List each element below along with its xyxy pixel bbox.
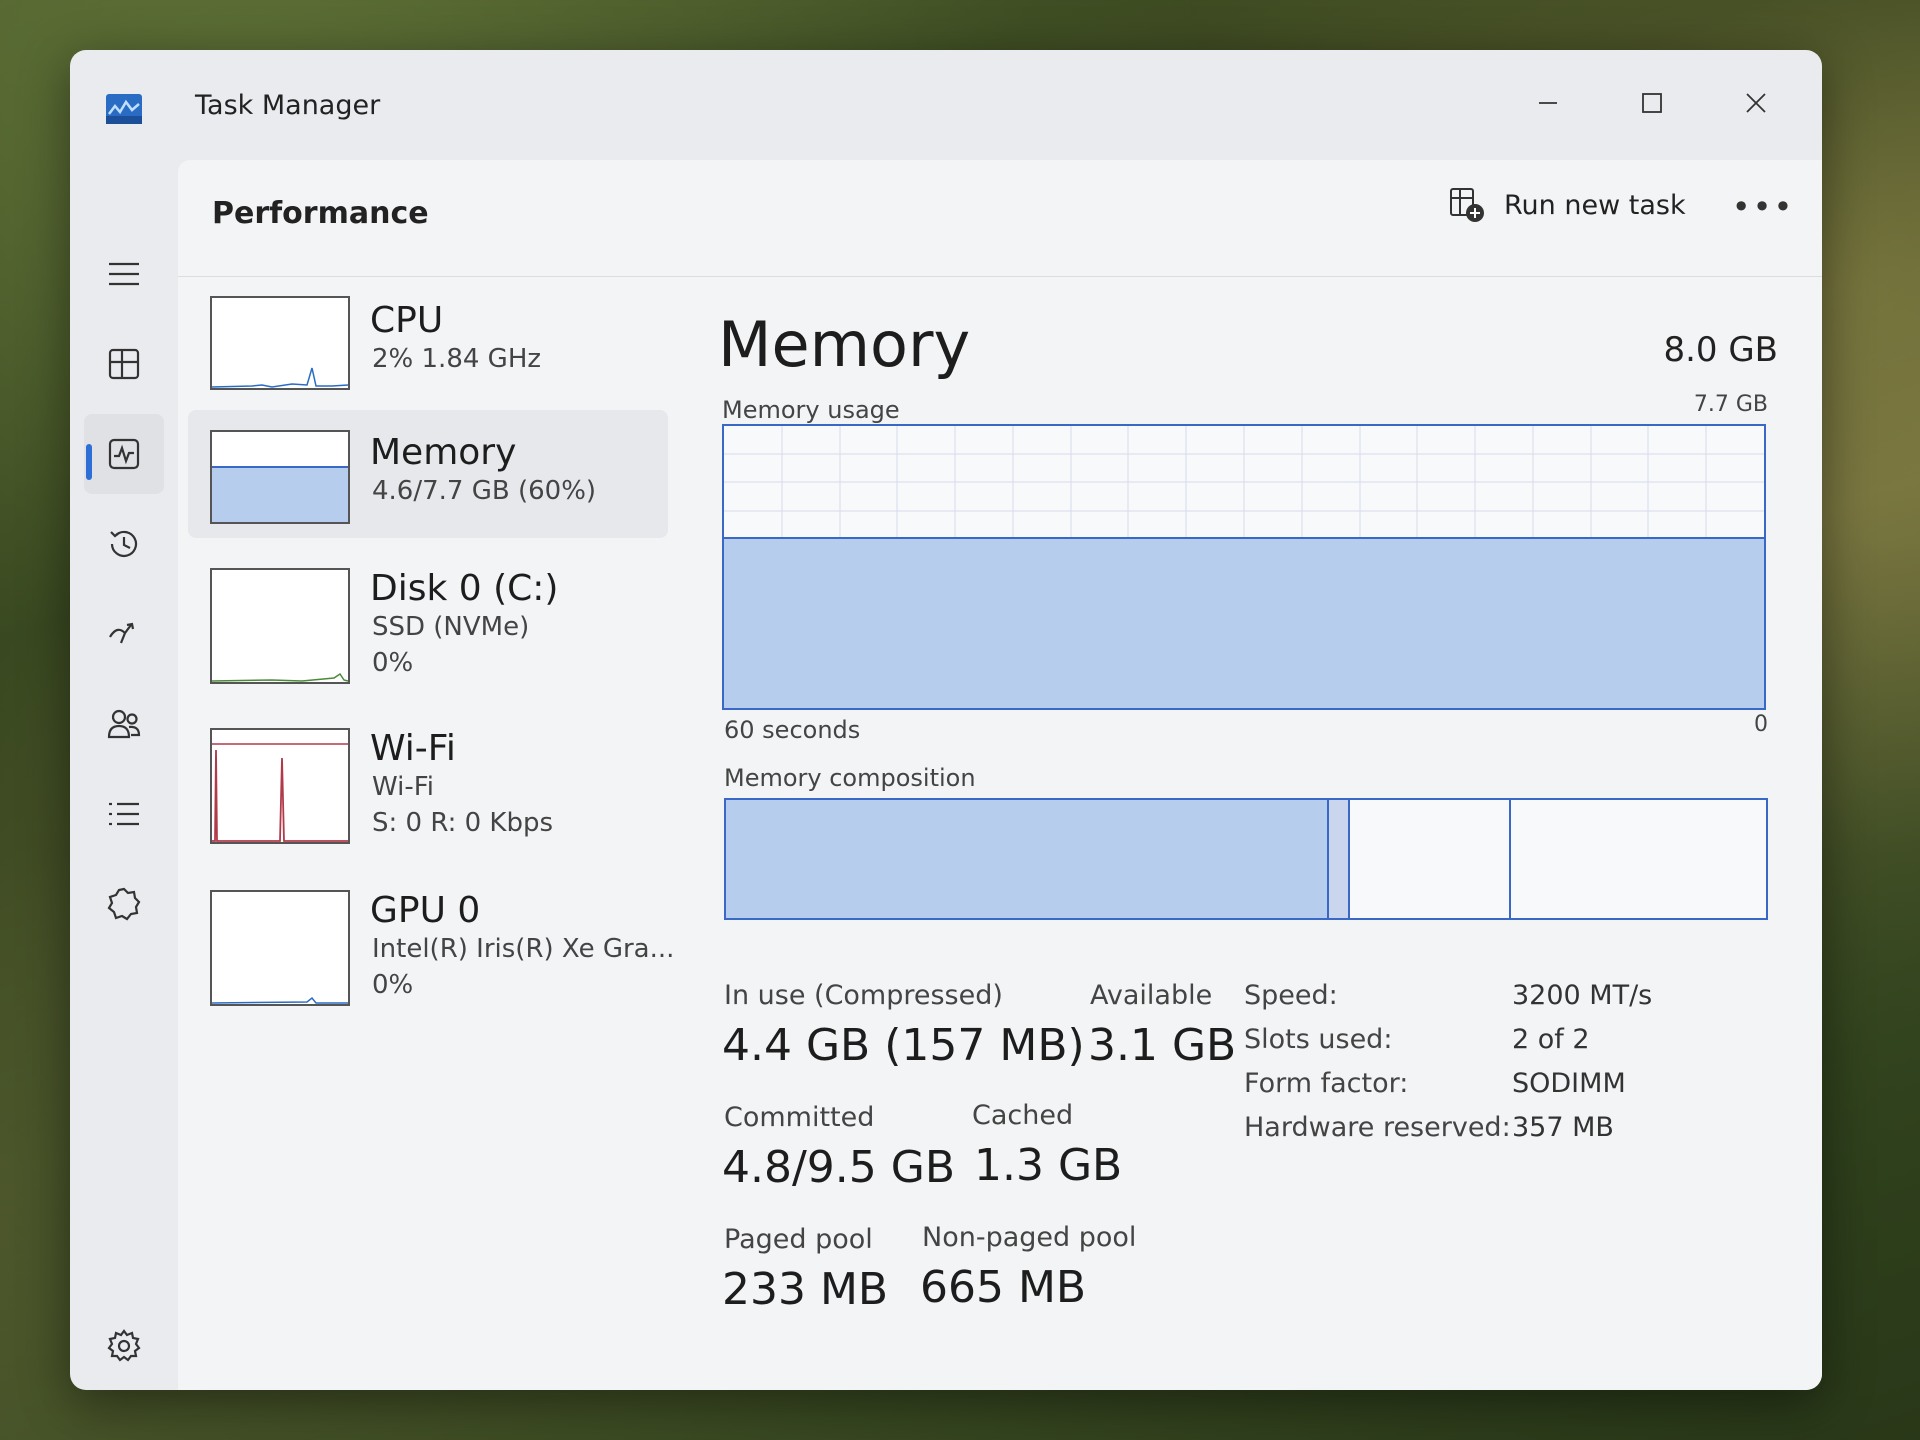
- minimize-icon: [1539, 102, 1557, 104]
- run-new-task-icon: [1450, 188, 1484, 222]
- composition-segment-standby[interactable]: [1350, 800, 1512, 918]
- paged-pool-value: 233 MB: [722, 1264, 889, 1315]
- nav-app-history[interactable]: [84, 504, 164, 584]
- more-options-button[interactable]: •••: [1732, 182, 1793, 232]
- close-icon: [1746, 93, 1766, 113]
- memory-usage-label: Memory usage: [722, 396, 900, 424]
- nav-settings[interactable]: [84, 1306, 164, 1386]
- settings-icon: [107, 1329, 141, 1362]
- gpu-thumbnail-graph: [210, 890, 350, 1006]
- processes-icon: [108, 348, 140, 380]
- run-new-task-label: Run new task: [1504, 189, 1686, 221]
- hardware-reserved-value: 357 MB: [1512, 1112, 1614, 1143]
- non-paged-pool-value: 665 MB: [920, 1262, 1087, 1313]
- speed-key: Speed:: [1244, 980, 1338, 1011]
- slots-used-value: 2 of 2: [1512, 1024, 1590, 1055]
- device-sub: 2% 1.84 GHz: [372, 344, 542, 374]
- performance-icon: [108, 438, 140, 470]
- maximize-button[interactable]: [1622, 78, 1682, 128]
- memory-thumbnail-graph: [210, 430, 350, 524]
- memory-title: Memory: [718, 308, 971, 381]
- available-label: Available: [1090, 980, 1213, 1011]
- form-factor-key: Form factor:: [1244, 1068, 1409, 1099]
- hamburger-menu-icon: [109, 262, 139, 286]
- content-pane: Performance Run new task ••• CPU 2% 1.84…: [178, 160, 1822, 1390]
- hardware-reserved-key: Hardware reserved:: [1244, 1112, 1511, 1143]
- memory-total: 8.0 GB: [1663, 330, 1778, 370]
- disk-thumbnail-graph: [210, 568, 350, 684]
- nav-services[interactable]: [84, 864, 164, 944]
- device-name: Disk 0 (C:): [370, 568, 559, 609]
- in-use-label: In use (Compressed): [724, 980, 1003, 1011]
- device-name: GPU 0: [370, 890, 481, 931]
- title-bar: Task Manager: [70, 50, 1822, 160]
- composition-segment-modified[interactable]: [1329, 800, 1350, 918]
- paged-pool-label: Paged pool: [724, 1224, 873, 1255]
- device-sub: SSD (NVMe): [372, 612, 530, 642]
- device-cpu[interactable]: CPU 2% 1.84 GHz: [188, 280, 668, 408]
- device-sub: 0%: [372, 970, 414, 1000]
- device-sub: Intel(R) Iris(R) Xe Gra...: [372, 934, 675, 964]
- memory-usage-fill: [724, 536, 1764, 708]
- window-title: Task Manager: [195, 90, 381, 121]
- memory-thumbnail-fill: [212, 466, 348, 522]
- non-paged-pool-label: Non-paged pool: [922, 1222, 1137, 1253]
- device-sub: Wi-Fi: [372, 772, 435, 802]
- committed-label: Committed: [724, 1102, 875, 1133]
- services-icon: [107, 887, 141, 921]
- in-use-value: 4.4 GB (157 MB): [722, 1020, 1085, 1071]
- device-sub: 4.6/7.7 GB (60%): [372, 476, 597, 506]
- device-gpu-0[interactable]: GPU 0 Intel(R) Iris(R) Xe Gra... 0%: [188, 870, 674, 1006]
- device-sub: S: 0 R: 0 Kbps: [372, 808, 554, 838]
- device-wifi[interactable]: Wi-Fi Wi-Fi S: 0 R: 0 Kbps: [188, 708, 668, 844]
- committed-value: 4.8/9.5 GB: [722, 1142, 956, 1193]
- page-title: Performance: [212, 196, 429, 231]
- nav-startup-apps[interactable]: [84, 594, 164, 674]
- cached-value: 1.3 GB: [974, 1140, 1123, 1191]
- nav-details[interactable]: [84, 774, 164, 854]
- nav-users[interactable]: [84, 684, 164, 764]
- device-name: CPU: [370, 300, 444, 341]
- memory-composition-label: Memory composition: [724, 764, 976, 792]
- task-manager-app-icon: [106, 94, 142, 124]
- page-header: Performance Run new task •••: [178, 160, 1822, 277]
- speed-value: 3200 MT/s: [1512, 980, 1653, 1011]
- composition-segment-in-use[interactable]: [726, 800, 1330, 918]
- wifi-thumbnail-graph: [210, 728, 350, 844]
- minimize-button[interactable]: [1518, 78, 1578, 128]
- close-button[interactable]: [1726, 78, 1786, 128]
- cpu-thumbnail-graph: [210, 296, 350, 390]
- app-history-icon: [110, 530, 138, 557]
- device-memory[interactable]: Memory 4.6/7.7 GB (60%): [188, 410, 668, 538]
- users-icon: [107, 709, 141, 739]
- startup-apps-icon: [109, 622, 135, 644]
- zero-axis-label: 0: [1754, 712, 1768, 737]
- memory-detail-panel: Memory 8.0 GB Memory usage 7.7 GB 60 sec…: [718, 280, 1778, 1360]
- device-disk-0[interactable]: Disk 0 (C:) SSD (NVMe) 0%: [188, 548, 668, 684]
- composition-segment-free[interactable]: [1511, 800, 1766, 918]
- hamburger-menu-button[interactable]: [84, 234, 164, 314]
- nav-performance[interactable]: [84, 414, 164, 494]
- details-icon: [109, 802, 139, 826]
- maximize-icon: [1642, 93, 1662, 113]
- nav-processes[interactable]: [84, 324, 164, 404]
- memory-usage-graph: [722, 424, 1766, 710]
- available-value: 3.1 GB: [1088, 1020, 1237, 1071]
- task-manager-window: Task Manager Performance Run new task ••…: [70, 50, 1822, 1390]
- device-name: Memory: [370, 432, 517, 473]
- run-new-task-button[interactable]: Run new task: [1448, 186, 1686, 224]
- device-name: Wi-Fi: [370, 728, 456, 769]
- memory-composition-bar: [724, 798, 1768, 920]
- form-factor-value: SODIMM: [1512, 1068, 1626, 1099]
- nav-sidebar: [70, 160, 178, 1390]
- cached-label: Cached: [972, 1100, 1074, 1131]
- device-sub: 0%: [372, 648, 414, 678]
- time-axis-label: 60 seconds: [724, 716, 861, 744]
- memory-usage-max: 7.7 GB: [1693, 392, 1768, 417]
- slots-used-key: Slots used:: [1244, 1024, 1393, 1055]
- active-nav-indicator: [86, 444, 92, 480]
